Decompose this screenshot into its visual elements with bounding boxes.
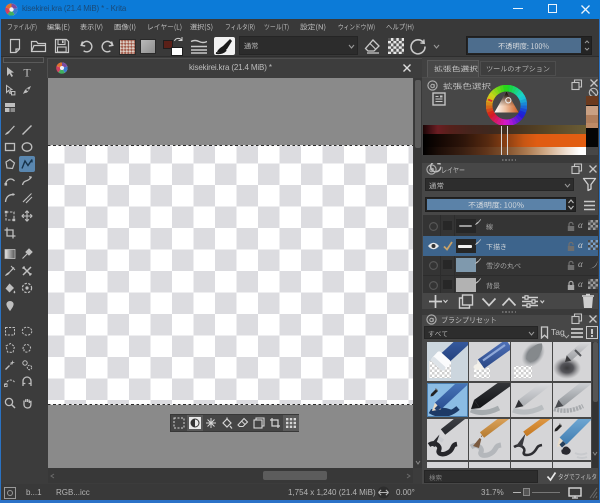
svg-text:T: T: [23, 66, 31, 78]
